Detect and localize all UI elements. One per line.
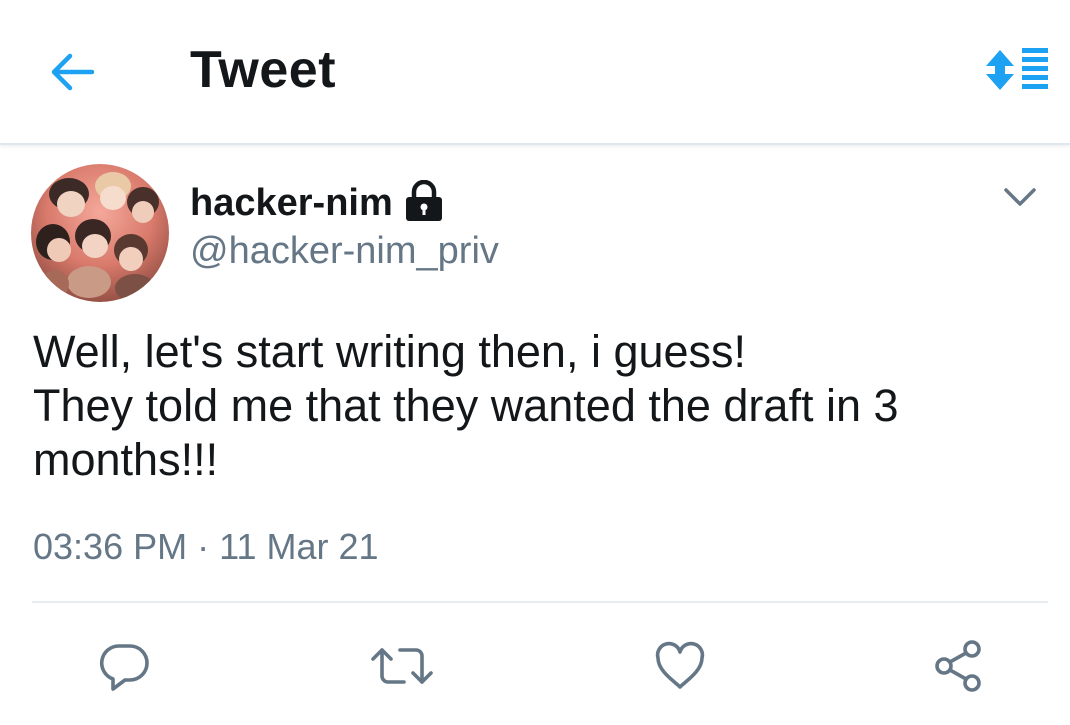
page-title: Tweet xyxy=(190,41,337,99)
sort-list-icon xyxy=(986,48,1048,90)
share-button[interactable] xyxy=(930,638,986,694)
share-icon xyxy=(935,640,981,692)
user-handle[interactable]: @hacker-nim_priv xyxy=(190,230,499,273)
arrow-left-icon xyxy=(51,53,95,91)
tweet-text: Well, let's start writing then, i guess!… xyxy=(33,326,899,485)
reply-button[interactable] xyxy=(97,638,153,694)
divider xyxy=(32,601,1048,603)
tweet-timestamp: 03:36 PM · 11 Mar 21 xyxy=(33,526,379,568)
chevron-down-icon xyxy=(1004,188,1036,206)
heart-icon xyxy=(655,641,705,689)
meta-separator: · xyxy=(197,526,210,567)
tweet-date: 11 Mar 21 xyxy=(219,526,379,567)
user-display-name[interactable]: hacker-nim xyxy=(190,182,393,225)
app-header: Tweet xyxy=(0,0,1070,145)
like-button[interactable] xyxy=(652,638,708,694)
reply-icon xyxy=(99,644,149,691)
tweet-options-button[interactable] xyxy=(1000,178,1040,214)
retweet-button[interactable] xyxy=(370,638,433,694)
avatar[interactable] xyxy=(31,164,169,302)
lock-icon xyxy=(404,179,444,222)
sort-button[interactable] xyxy=(978,42,1054,98)
tweet-detail-screen: Tweet hacker-nim @hacker-nim_priv Well, … xyxy=(0,0,1070,725)
avatar-image xyxy=(31,164,169,302)
tweet-time: 03:36 PM xyxy=(33,526,188,567)
retweet-icon xyxy=(371,648,433,684)
back-button[interactable] xyxy=(42,44,102,100)
